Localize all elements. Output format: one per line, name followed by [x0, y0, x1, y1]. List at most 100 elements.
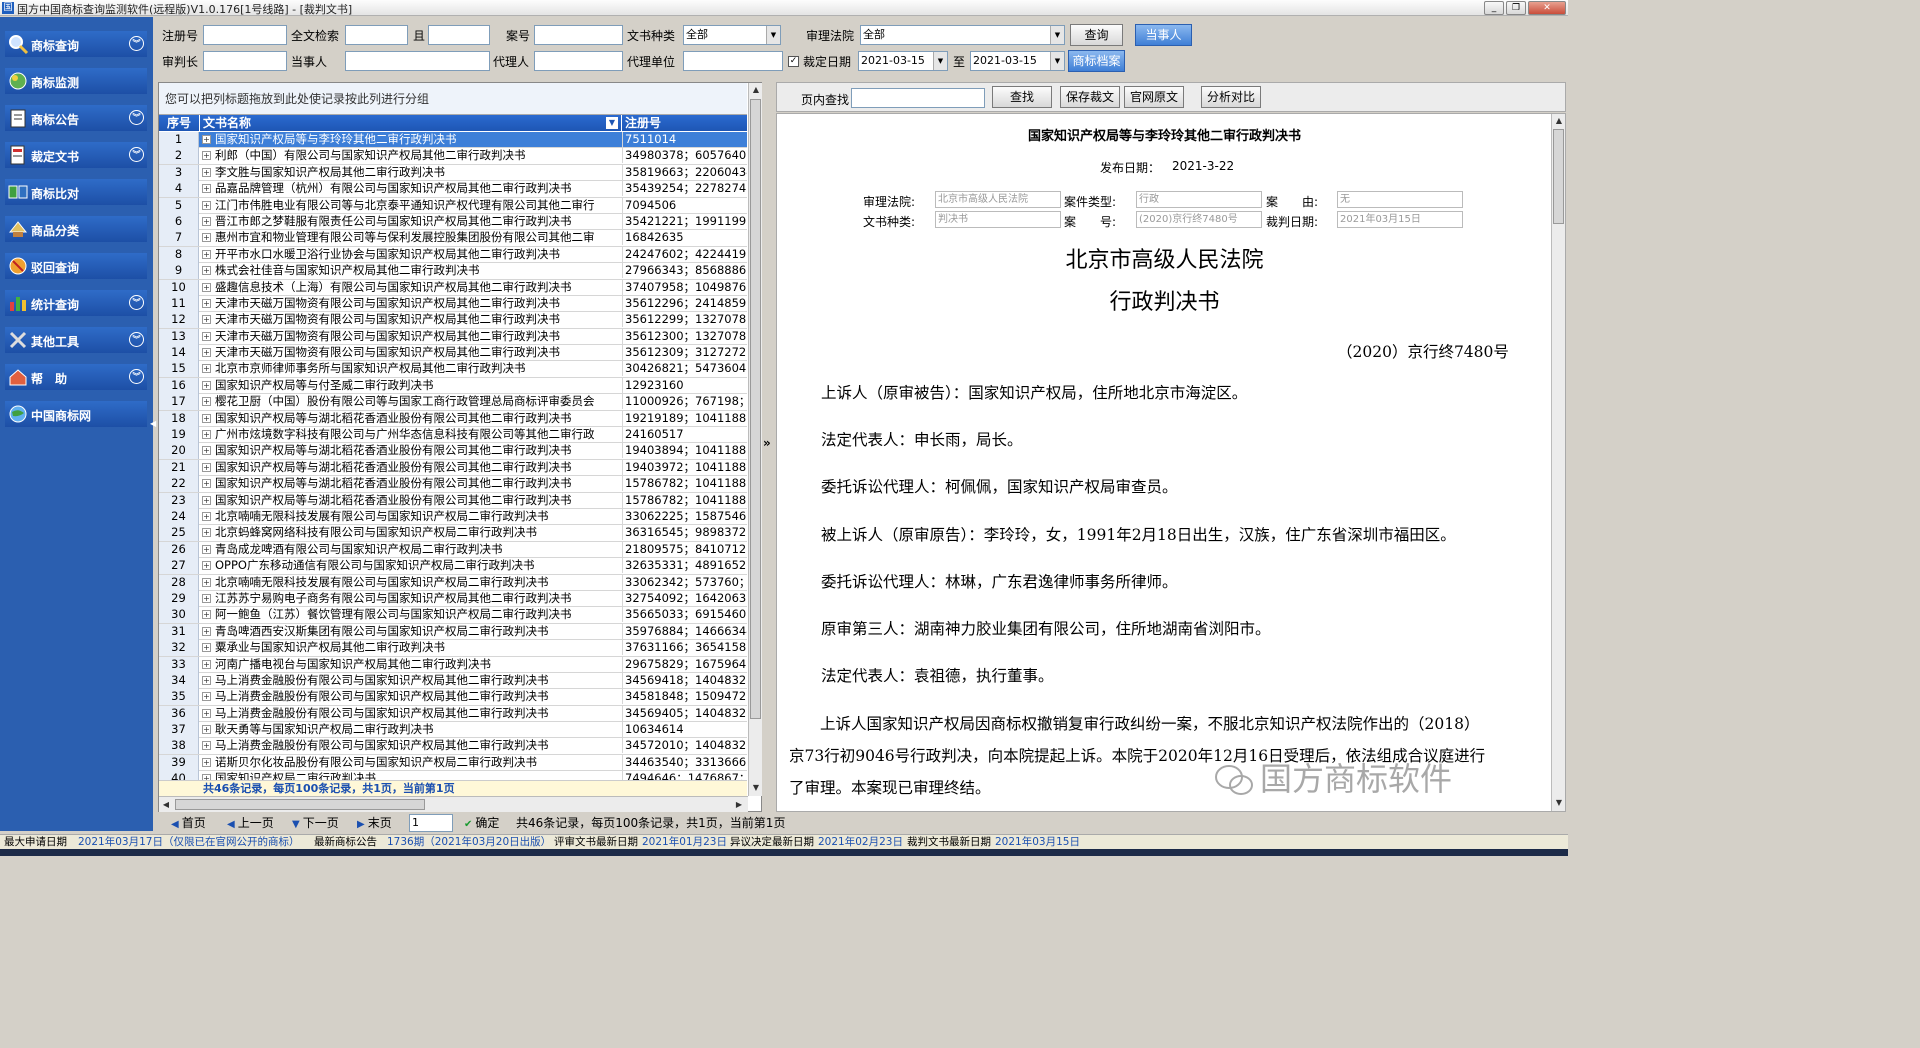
expand-row-icon[interactable]: + [202, 708, 211, 718]
sidebar-item-china-trademark-site[interactable]: 中国商标网 [5, 401, 147, 427]
sidebar-item-goods-category[interactable]: 商品分类 [5, 216, 147, 242]
table-row[interactable]: 19 + 广州市炫境数字科技有限公司与广州华态信息科技有限公司等其他二审行政 2416… [159, 427, 747, 444]
filter-dropdown-icon[interactable]: ▼ [606, 117, 618, 129]
expand-row-icon[interactable]: + [202, 741, 211, 751]
expand-row-icon[interactable]: + [202, 430, 211, 440]
grid-hscroll-thumb[interactable] [175, 799, 425, 810]
sidebar-item-other-tools[interactable]: 其他工具 ︾ [5, 327, 147, 353]
save-ruling-button[interactable]: 保存裁文 [1060, 86, 1120, 108]
date-to-picker[interactable]: 2021-03-15 ▼ [970, 51, 1065, 71]
sidebar-item-statistics[interactable]: 统计查询 ︾ [5, 290, 147, 316]
judge-input[interactable] [203, 51, 287, 71]
find-in-page-input[interactable] [851, 88, 985, 108]
analysis-compare-button[interactable]: 分析对比 [1201, 86, 1261, 108]
scroll-up-icon[interactable]: ▲ [749, 83, 763, 97]
table-row[interactable]: 40+国家知识产权局二审行政判决书7494646；1476867；260 [159, 771, 747, 780]
sidebar-item-ruling-documents[interactable]: 裁定文书 ︾ [5, 142, 147, 168]
first-page-button[interactable]: ◀ 首页 [171, 814, 206, 832]
chevron-down-icon[interactable]: ︾ [129, 295, 144, 310]
doc-type-select[interactable]: 全部 ▼ [683, 25, 781, 45]
scroll-down-icon[interactable]: ▼ [1552, 796, 1565, 810]
expand-row-icon[interactable]: + [202, 561, 211, 571]
table-row[interactable]: 13 + 天津市天磁万国物资有限公司与国家知识产权局其他二审行政判决书 3561230… [159, 328, 747, 346]
expand-row-icon[interactable]: + [202, 659, 211, 669]
fulltext-input[interactable] [345, 25, 408, 45]
expand-row-icon[interactable]: + [202, 331, 211, 341]
table-row[interactable]: 29 + 江苏苏宁易购电子商务有限公司与国家知识产权局其他二审行政判决书 327540… [159, 590, 747, 608]
table-row[interactable]: 3 + 李文胜与国家知识产权局其他二审行政判决书 35819663；22060434 [159, 164, 747, 182]
expand-row-icon[interactable]: + [202, 216, 211, 226]
expand-arrows-icon[interactable]: » [763, 436, 771, 450]
table-row[interactable]: 1 + 国家知识产权局等与李玲玲其他二审行政判决书 7511014 [159, 132, 747, 149]
scroll-right-icon[interactable]: ▶ [732, 798, 746, 812]
page-number-input[interactable]: 1 [409, 814, 453, 832]
expand-row-icon[interactable]: + [202, 364, 211, 374]
table-row[interactable]: 33 + 河南广播电视台与国家知识产权局其他二审行政判决书 29675829；1675… [159, 656, 747, 673]
expand-row-icon[interactable]: + [202, 675, 211, 685]
party-button[interactable]: 当事人 [1135, 24, 1192, 46]
expand-row-icon[interactable]: + [202, 577, 211, 587]
sidebar-item-reject-search[interactable]: 驳回查询 [5, 253, 147, 279]
expand-row-icon[interactable]: + [202, 348, 211, 358]
chevron-down-icon[interactable]: ︾ [129, 332, 144, 347]
expand-row-icon[interactable]: + [202, 200, 211, 210]
expand-row-icon[interactable]: + [202, 151, 211, 161]
chevron-down-icon[interactable]: ︾ [129, 369, 144, 384]
expand-row-icon[interactable]: + [202, 315, 211, 325]
expand-row-icon[interactable]: + [202, 380, 211, 390]
sidebar-item-trademark-search[interactable]: 商标查询 ︾ [5, 31, 147, 57]
reg-no-input[interactable] [203, 25, 287, 45]
prev-page-button[interactable]: ◀ 上一页 [227, 814, 274, 832]
table-row[interactable]: 6 + 晋江市郎之梦鞋服有限责任公司与国家知识产权局其他二审行政判决书 3542122… [159, 213, 747, 231]
table-row[interactable]: 4 + 品嘉品牌管理（杭州）有限公司与国家知识产权局其他二审行政判决书 3543925… [159, 181, 747, 198]
expand-row-icon[interactable]: + [202, 135, 211, 144]
table-row[interactable]: 26 + 青岛成龙啤酒有限公司与国家知识产权局二审行政判决书 21809575；841… [159, 541, 747, 559]
expand-row-icon[interactable]: + [202, 397, 211, 407]
expand-row-icon[interactable]: + [202, 626, 211, 636]
document-vertical-scrollbar[interactable]: ▲ ▼ [1551, 114, 1565, 811]
table-row[interactable]: 36 + 马上消费金融股份有限公司与国家知识产权局其他二审行政判决书 34569405… [159, 705, 747, 723]
table-row[interactable]: 16 + 国家知识产权局等与付圣威二审行政判决书 12923160 [159, 377, 747, 395]
grid-horizontal-scrollbar[interactable]: ◀ ▶ [159, 796, 748, 812]
scroll-up-icon[interactable]: ▲ [1552, 114, 1565, 128]
party-input[interactable] [345, 51, 490, 71]
document-scroll-thumb[interactable] [1553, 129, 1564, 224]
column-header-doc-name[interactable]: 文书名称 ▼ [200, 115, 621, 131]
column-header-reg-no[interactable]: 注册号 [622, 115, 747, 131]
dropdown-arrow-icon[interactable]: ▼ [766, 26, 780, 44]
column-header-no[interactable]: 序号 [159, 115, 199, 131]
confirm-page-button[interactable]: ✔ 确定 [464, 814, 499, 832]
agent-input[interactable] [534, 51, 623, 71]
sidebar-item-trademark-compare[interactable]: 商标比对 [5, 179, 147, 205]
date-filter-checkbox[interactable]: ✓ [788, 56, 799, 67]
table-row[interactable]: 12 + 天津市天磁万国物资有限公司与国家知识产权局其他二审行政判决书 3561229… [159, 312, 747, 329]
expand-row-icon[interactable]: + [202, 495, 211, 505]
table-row[interactable]: 31 + 青岛啤酒西安汉斯集团有限公司与国家知识产权局二审行政判决书 35976884… [159, 623, 747, 641]
find-button[interactable]: 查找 [992, 86, 1052, 108]
archive-button[interactable]: 商标档案 [1068, 50, 1125, 72]
table-row[interactable]: 5 + 江门市伟胜电业有限公司等与北京泰平通知识产权代理有限公司其他二审行 70945… [159, 197, 747, 214]
expand-row-icon[interactable]: + [202, 643, 211, 653]
scroll-down-icon[interactable]: ▼ [749, 781, 763, 795]
table-row[interactable]: 35 + 马上消费金融股份有限公司与国家知识产权局其他二审行政判决书 34581848… [159, 689, 747, 706]
table-row[interactable]: 9 + 株式会社佳音与国家知识产权局其他二审行政判决书 27966343；856888… [159, 263, 747, 280]
table-row[interactable]: 21 + 国家知识产权局等与湖北稻花香酒业股份有限公司其他二审行政判决书 194039… [159, 459, 747, 477]
expand-row-icon[interactable]: + [202, 249, 211, 259]
expand-row-icon[interactable]: + [202, 167, 211, 177]
case-no-input[interactable] [534, 25, 623, 45]
table-row[interactable]: 39 + 诺斯贝尔化妆品股份有限公司与国家知识产权局二审行政判决书 34463540；… [159, 754, 747, 772]
sidebar-item-trademark-monitor[interactable]: 商标监测 [5, 68, 147, 94]
minimize-button[interactable]: _ [1484, 1, 1504, 15]
table-row[interactable]: 20 + 国家知识产权局等与湖北稻花香酒业股份有限公司其他二审行政判决书 194038… [159, 443, 747, 460]
expand-row-icon[interactable]: + [202, 544, 211, 554]
expand-row-icon[interactable]: + [202, 757, 211, 767]
query-button[interactable]: 查询 [1070, 24, 1123, 46]
dropdown-arrow-icon[interactable]: ▼ [933, 52, 947, 70]
table-row[interactable]: 7 + 惠州市宜和物业管理有限公司等与保利发展控股集团股份有限公司其他二审 16842… [159, 230, 747, 247]
restore-button[interactable]: ❐ [1506, 1, 1526, 15]
table-row[interactable]: 23 + 国家知识产权局等与湖北稻花香酒业股份有限公司其他二审行政判决书 157867… [159, 492, 747, 509]
agency-input[interactable] [683, 51, 783, 71]
expand-row-icon[interactable]: + [202, 479, 211, 489]
expand-row-icon[interactable]: + [202, 593, 211, 603]
expand-row-icon[interactable]: + [202, 511, 211, 521]
